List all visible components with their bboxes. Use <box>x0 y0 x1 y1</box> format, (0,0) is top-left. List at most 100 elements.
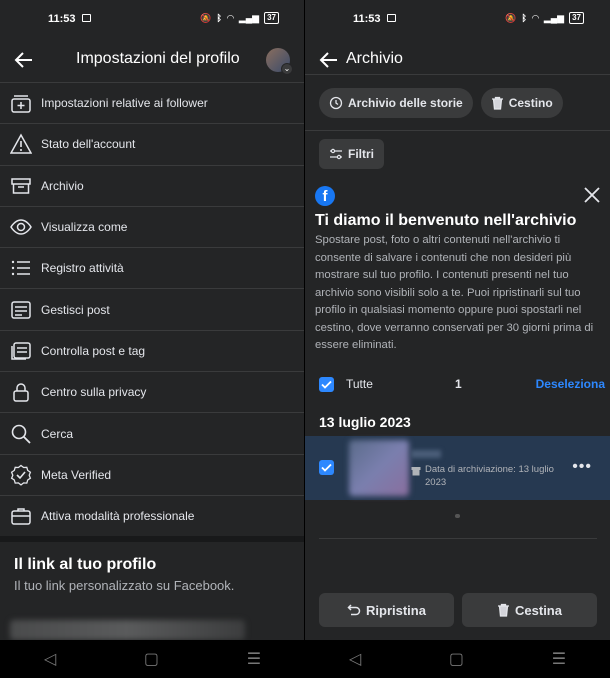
menu-item-search[interactable]: Cerca <box>0 412 305 453</box>
menu-item-view-as[interactable]: Visualizza come <box>0 205 305 247</box>
menu-item-archive[interactable]: Archivio <box>0 164 305 206</box>
trash-button[interactable]: Cestino <box>480 88 563 118</box>
review-tag-icon <box>11 342 31 360</box>
back-arrow-icon[interactable] <box>317 48 341 72</box>
settings-menu: Impostazioni relative ai follower Stato … <box>0 82 305 536</box>
status-icons: 🔕 ᛒ ◠ ▂▄▆ 37 <box>200 12 279 24</box>
item-title-blurred <box>411 450 441 458</box>
menu-label: Stato dell'account <box>41 137 136 152</box>
menu-item-follower-settings[interactable]: Impostazioni relative ai follower <box>0 82 305 123</box>
more-options-icon[interactable]: ••• <box>572 458 592 476</box>
divider <box>319 538 597 539</box>
nav-menu-icon[interactable]: ☰ <box>552 649 566 669</box>
nav-back-icon[interactable]: ◁ <box>44 649 56 669</box>
profile-settings-screen: 11:53 🔕 ᛒ ◠ ▂▄▆ 37 Impostazioni del prof… <box>0 0 305 678</box>
facebook-logo-icon: f <box>315 186 335 206</box>
menu-label: Archivio <box>41 178 84 193</box>
trash-icon <box>498 603 510 617</box>
nav-home-icon[interactable]: ▢ <box>449 649 464 669</box>
menu-label: Centro sulla privacy <box>41 385 147 400</box>
menu-item-privacy-center[interactable]: Centro sulla privacy <box>0 371 305 412</box>
checkmark-icon <box>321 380 332 389</box>
profile-link-subtitle: Il tuo link personalizzato su Facebook. <box>14 578 235 593</box>
avatar[interactable]: ⌄ <box>266 48 293 75</box>
top-bar: Impostazioni del profilo ⌄ <box>0 38 305 82</box>
loading-indicator <box>455 514 460 518</box>
bluetooth-icon: ᛒ <box>216 13 222 23</box>
wifi-icon: ◠ <box>226 12 234 23</box>
nav-home-icon[interactable]: ▢ <box>144 649 159 669</box>
deselect-link[interactable]: Deseleziona <box>536 377 605 391</box>
eye-icon <box>10 219 32 235</box>
bottom-actions: Ripristina Cestina <box>319 593 597 627</box>
profile-link-value-blurred[interactable] <box>10 620 245 640</box>
story-archive-button[interactable]: Archivio delle storie <box>319 88 473 118</box>
menu-label: Cerca <box>41 426 74 441</box>
chip-label: Cestino <box>508 96 553 110</box>
menu-label: Controlla post e tag <box>41 343 146 358</box>
battery-icon: 37 <box>569 12 584 24</box>
menu-item-activity-log[interactable]: Registro attività <box>0 247 305 288</box>
profile-link-section: Il link al tuo profilo Il tuo link perso… <box>0 536 305 646</box>
notification-icon <box>82 14 91 22</box>
menu-label: Gestisci post <box>41 302 110 317</box>
post-icon <box>11 300 31 319</box>
archived-item-row[interactable]: Data di archiviazione: 13 luglio 2023 ••… <box>305 436 610 500</box>
archived-date: Data di archiviazione: 13 luglio 2023 <box>425 464 554 488</box>
mute-icon: 🔕 <box>200 12 212 23</box>
menu-item-professional-mode[interactable]: Attiva modalità professionale <box>0 494 305 536</box>
status-bar: 11:53 🔕 ᛒ ◠ ▂▄▆ 37 <box>305 0 610 38</box>
filter-sliders-icon <box>330 148 342 160</box>
page-title: Archivio <box>346 50 403 67</box>
menu-label: Attiva modalità professionale <box>41 509 195 524</box>
archive-small-icon <box>411 467 421 476</box>
archive-screen: 11:53 🔕 ᛒ ◠ ▂▄▆ 37 Archivio Archivio del… <box>305 0 610 678</box>
signal-icon: ▂▄▆ <box>543 12 565 23</box>
signal-icon: ▂▄▆ <box>238 12 260 23</box>
menu-item-manage-posts[interactable]: Gestisci post <box>0 288 305 329</box>
menu-item-review-posts-tags[interactable]: Controlla post e tag <box>0 329 305 371</box>
filters-button[interactable]: Filtri <box>319 139 384 169</box>
chip-label: Archivio delle storie <box>348 96 463 110</box>
page-title: Impostazioni del profilo <box>76 50 240 67</box>
checkmark-icon <box>321 463 332 472</box>
android-nav-bar: ◁ ▢ ☰ <box>305 640 610 678</box>
filters-label: Filtri <box>348 147 374 161</box>
archive-chips: Archivio delle storie Cestino <box>319 88 563 118</box>
chevron-down-icon: ⌄ <box>281 63 293 75</box>
bluetooth-icon: ᛒ <box>521 13 527 23</box>
back-arrow-icon[interactable] <box>12 48 36 72</box>
android-nav-bar: ◁ ▢ ☰ <box>0 640 305 678</box>
select-all-checkbox[interactable] <box>319 376 334 392</box>
menu-label: Registro attività <box>41 261 124 276</box>
menu-label: Impostazioni relative ai follower <box>41 96 208 111</box>
top-bar: Archivio <box>305 38 610 82</box>
restore-label: Ripristina <box>366 602 426 618</box>
welcome-title: Ti diamo il benvenuto nell'archivio <box>315 212 577 229</box>
briefcase-icon <box>11 508 31 525</box>
wifi-icon: ◠ <box>531 12 539 23</box>
menu-item-meta-verified[interactable]: Meta Verified <box>0 453 305 495</box>
nav-menu-icon[interactable]: ☰ <box>247 649 261 669</box>
nav-back-icon[interactable]: ◁ <box>349 649 361 669</box>
clock-icon <box>329 96 343 110</box>
mute-icon: 🔕 <box>505 12 517 23</box>
close-icon[interactable] <box>583 186 601 204</box>
select-all-row: Tutte 1 Deseleziona <box>319 374 605 394</box>
restore-arrow-icon <box>347 604 361 616</box>
restore-button[interactable]: Ripristina <box>319 593 454 627</box>
notification-icon <box>387 14 396 22</box>
divider <box>305 74 610 75</box>
trash-label: Cestina <box>515 602 562 618</box>
item-meta: Data di archiviazione: 13 luglio 2023 <box>411 463 571 489</box>
search-icon <box>11 424 31 444</box>
selected-count: 1 <box>455 377 462 391</box>
menu-item-account-status[interactable]: Stato dell'account <box>0 123 305 164</box>
menu-label: Visualizza come <box>41 220 128 235</box>
trash-icon <box>491 96 503 110</box>
welcome-body: Spostare post, foto o altri contenuti ne… <box>315 234 594 351</box>
list-icon <box>11 261 30 276</box>
move-to-trash-button[interactable]: Cestina <box>462 593 597 627</box>
item-checkbox[interactable] <box>319 460 334 475</box>
warning-icon <box>10 133 32 155</box>
